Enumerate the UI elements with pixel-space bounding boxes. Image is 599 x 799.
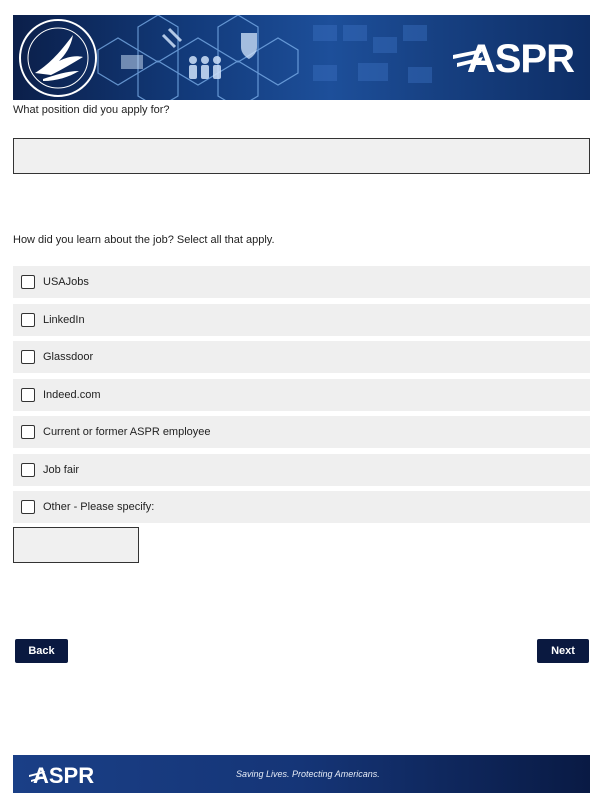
option-label: Indeed.com [43, 389, 101, 401]
aspr-employee-checkbox[interactable] [21, 425, 35, 439]
option-glassdoor[interactable]: Glassdoor [13, 341, 590, 373]
indeed-checkbox[interactable] [21, 388, 35, 402]
option-label: Current or former ASPR employee [43, 426, 211, 438]
linkedin-checkbox[interactable] [21, 313, 35, 327]
option-usajobs[interactable]: USAJobs [13, 266, 590, 298]
other-checkbox[interactable] [21, 500, 35, 514]
option-label: Job fair [43, 464, 80, 476]
source-question-label: How did you learn about the job? Select … [13, 234, 275, 246]
footer-tagline: Saving Lives. Protecting Americans. [236, 769, 380, 779]
option-other[interactable]: Other - Please specify: [13, 491, 590, 523]
header-banner: ASPR [13, 15, 590, 100]
option-label: USAJobs [43, 276, 89, 288]
glassdoor-checkbox[interactable] [21, 350, 35, 364]
position-question-label: What position did you apply for? [13, 104, 170, 116]
footer-aspr-logo: ASPR [33, 763, 95, 788]
back-button[interactable]: Back [15, 639, 68, 663]
option-label: LinkedIn [43, 314, 85, 326]
other-specify-input[interactable] [13, 527, 139, 563]
position-input[interactable] [13, 138, 590, 174]
job-fair-checkbox[interactable] [21, 463, 35, 477]
option-indeed[interactable]: Indeed.com [13, 379, 590, 411]
next-button[interactable]: Next [537, 639, 589, 663]
option-linkedin[interactable]: LinkedIn [13, 304, 590, 336]
footer-banner: ASPR Saving Lives. Protecting Americans. [13, 755, 590, 793]
hhs-seal-icon [19, 19, 97, 97]
aspr-logo: ASPR [466, 37, 575, 81]
option-aspr-employee[interactable]: Current or former ASPR employee [13, 416, 590, 448]
option-label: Other - Please specify: [43, 501, 155, 513]
option-job-fair[interactable]: Job fair [13, 454, 590, 486]
usajobs-checkbox[interactable] [21, 275, 35, 289]
option-label: Glassdoor [43, 351, 94, 363]
